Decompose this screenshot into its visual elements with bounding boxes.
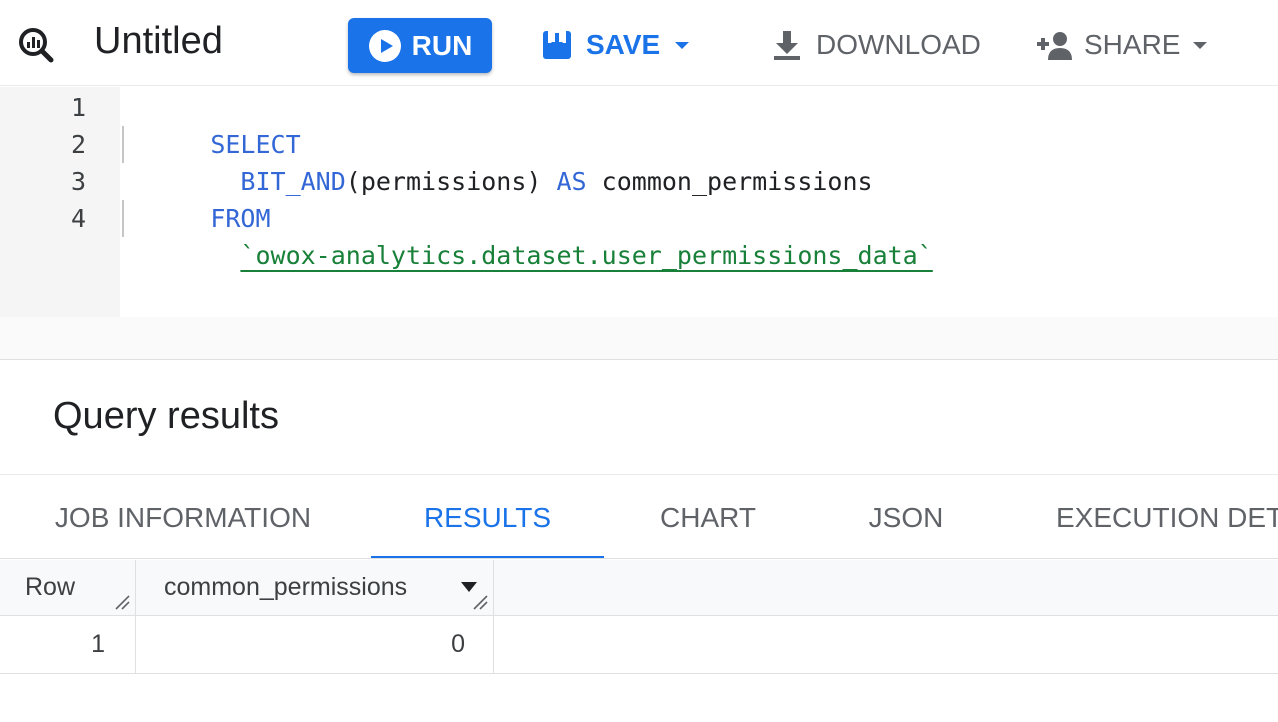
share-button[interactable]: SHARE <box>1034 24 1210 66</box>
toolbar: Untitled RUN SAVE DOWNLOAD SHARE <box>0 0 1278 86</box>
table-row[interactable]: 1 0 <box>0 616 1278 674</box>
page-title[interactable]: Untitled <box>94 20 223 63</box>
sql-text: (permissions) <box>345 167 557 196</box>
common-permissions-cell[interactable]: 0 <box>136 616 494 673</box>
results-title: Query results <box>53 395 279 437</box>
save-icon <box>543 31 571 59</box>
column-header-label: Row <box>25 573 76 601</box>
line-number: 4 <box>70 204 86 233</box>
results-grid-header: Row common_permissions <box>0 560 1278 616</box>
chevron-down-icon[interactable] <box>672 35 692 55</box>
download-icon <box>774 31 800 60</box>
share-label: SHARE <box>1084 29 1181 60</box>
tab-job-information[interactable]: JOB INFORMATION <box>52 475 314 558</box>
save-button[interactable]: SAVE <box>540 24 692 66</box>
download-label: DOWNLOAD <box>816 29 981 60</box>
code-line: FROM <box>120 163 270 233</box>
sql-keyword: AS <box>556 167 587 196</box>
tab-results[interactable]: RESULTS <box>371 475 604 558</box>
play-icon <box>368 29 401 62</box>
line-number: 2 <box>70 130 86 159</box>
save-label: SAVE <box>586 29 661 60</box>
sort-arrow-icon[interactable] <box>460 580 478 594</box>
resize-handle-icon[interactable] <box>471 593 489 611</box>
column-header-label: common_permissions <box>164 573 408 601</box>
run-label: RUN <box>411 29 473 61</box>
query-search-icon <box>16 25 56 65</box>
sql-text: common_permissions <box>586 167 873 196</box>
run-button[interactable]: RUN <box>348 18 492 73</box>
tab-execution-details[interactable]: EXECUTION DETAILS <box>1056 475 1278 558</box>
tab-chart[interactable]: CHART <box>650 475 766 558</box>
tab-json[interactable]: JSON <box>860 475 952 558</box>
line-number-gutter: 1 2 3 4 <box>0 87 120 317</box>
results-tabs: JOB INFORMATION RESULTS CHART JSON EXECU… <box>0 474 1278 559</box>
line-number: 1 <box>70 93 86 122</box>
add-person-icon <box>1037 32 1072 60</box>
line-number: 3 <box>70 167 86 196</box>
code-line: BIT_AND(permissions) AS common_permissio… <box>120 126 872 196</box>
column-header-common-permissions[interactable]: common_permissions <box>136 560 494 615</box>
resize-handle-icon[interactable] <box>113 593 131 611</box>
download-button[interactable]: DOWNLOAD <box>770 24 981 66</box>
chevron-down-icon[interactable] <box>1190 35 1210 55</box>
sql-editor[interactable]: 1 2 3 4 SELECT BIT_AND(permissions) AS c… <box>0 87 1278 360</box>
sql-table-reference[interactable]: `owox-analytics.dataset.user_permissions… <box>240 241 932 270</box>
code-area[interactable]: SELECT BIT_AND(permissions) AS common_pe… <box>120 87 1278 317</box>
code-line: SELECT <box>120 89 300 159</box>
column-header-row: Row <box>0 560 136 615</box>
row-number-cell: 1 <box>0 616 136 673</box>
code-line: `owox-analytics.dataset.user_permissions… <box>120 200 932 270</box>
